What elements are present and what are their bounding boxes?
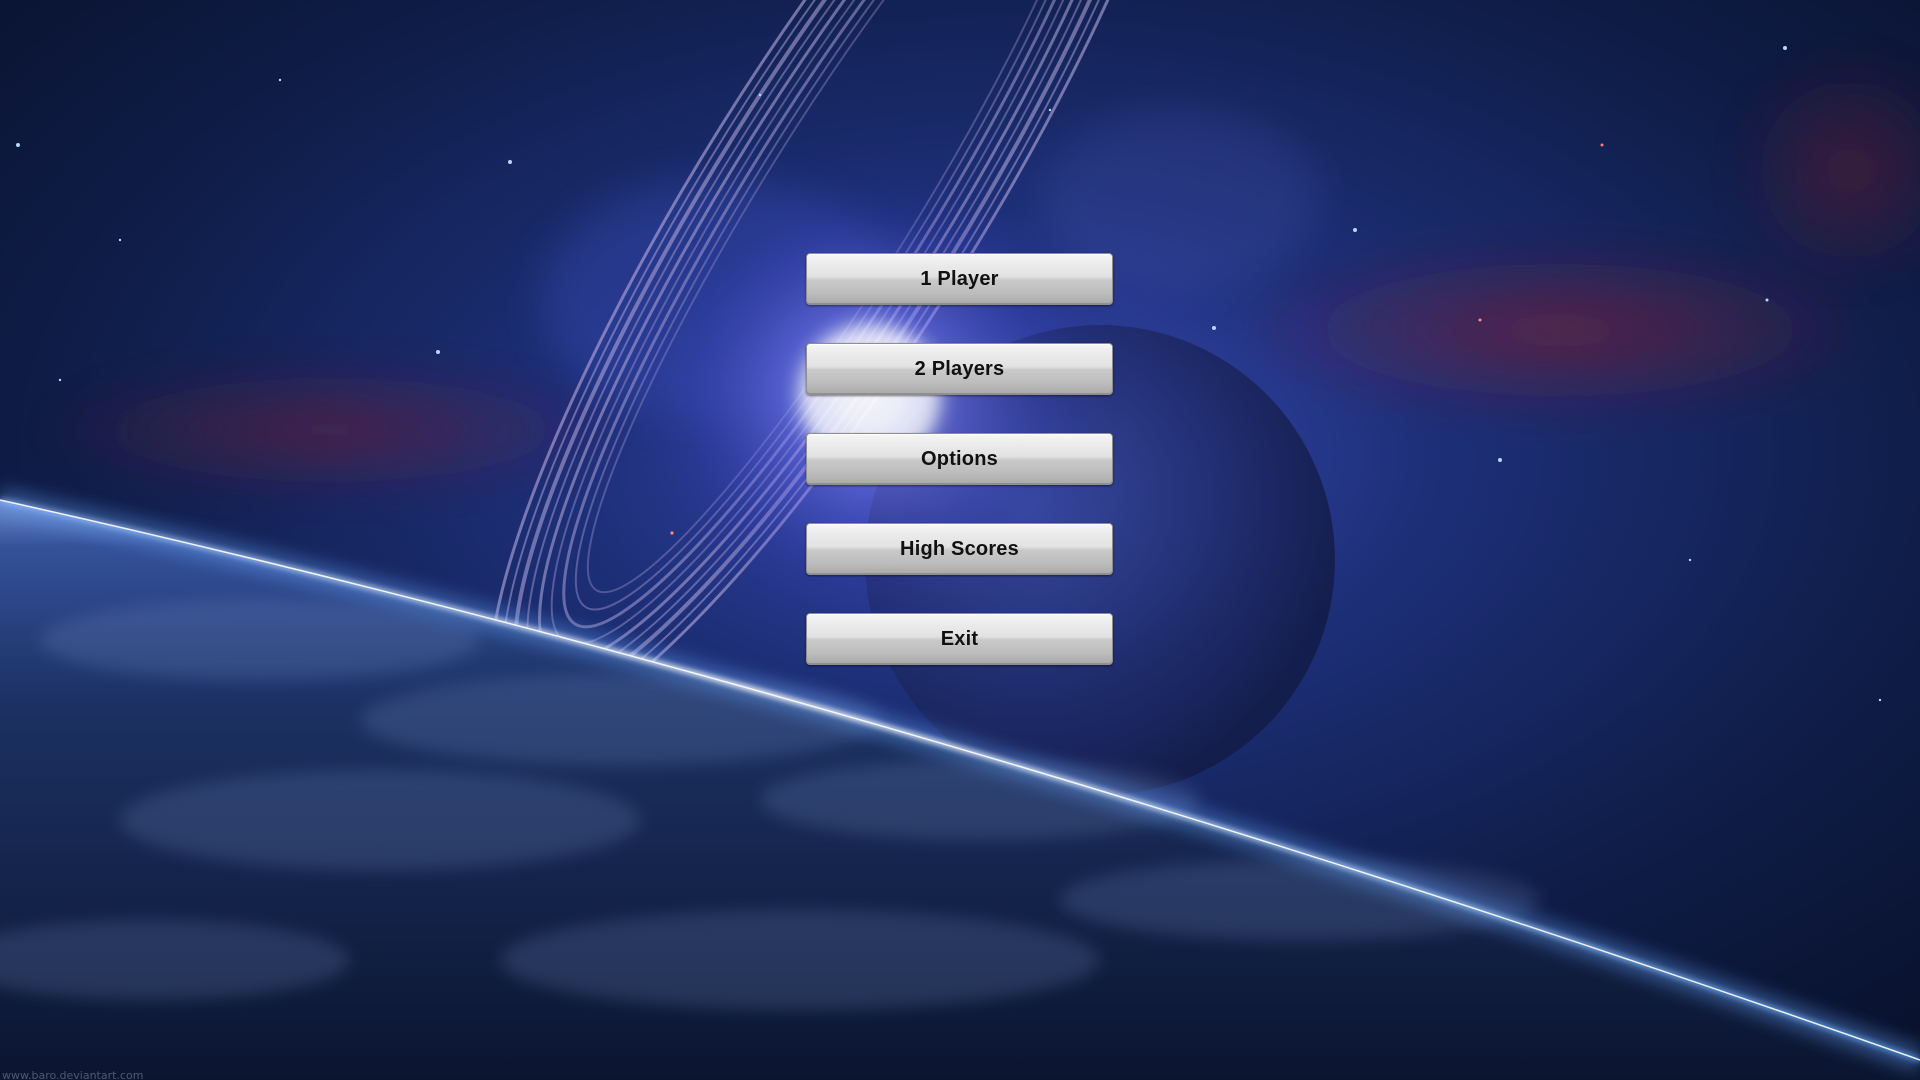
- main-menu-screen: 1 Player 2 Players Options High Scores E…: [0, 0, 1920, 1080]
- exit-label: Exit: [940, 627, 979, 650]
- two-players-button[interactable]: 2 Players: [806, 343, 1113, 395]
- main-menu: 1 Player 2 Players Options High Scores E…: [806, 253, 1113, 665]
- high-scores-label: High Scores: [900, 537, 1019, 560]
- options-label: Options: [921, 447, 998, 470]
- one-player-button[interactable]: 1 Player: [806, 253, 1113, 305]
- image-credit: www.baro.deviantart.com: [2, 1069, 144, 1080]
- two-players-label: 2 Players: [914, 357, 1005, 380]
- options-button[interactable]: Options: [806, 433, 1113, 485]
- exit-button[interactable]: Exit: [806, 613, 1113, 665]
- high-scores-button[interactable]: High Scores: [806, 523, 1113, 575]
- one-player-label: 1 Player: [920, 267, 999, 290]
